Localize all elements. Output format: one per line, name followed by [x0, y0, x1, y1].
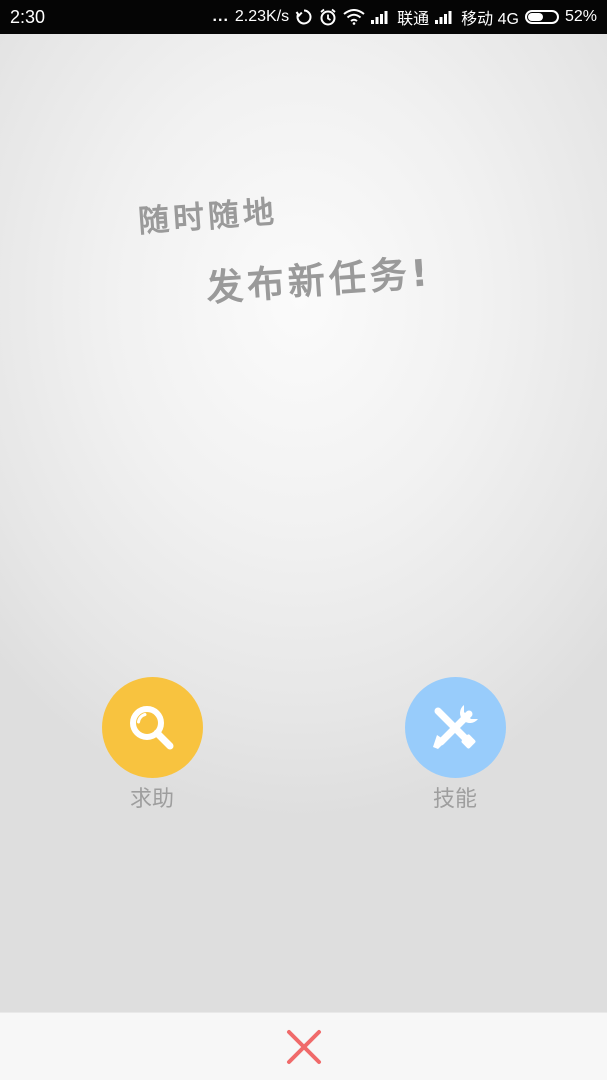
publish-screen: 2:30 ... 2.23K/s 联通 移动 4G 52% 随时随地 发布新任务… — [0, 0, 607, 1080]
slogan-line-2: 发布新任务! — [204, 251, 434, 310]
wifi-icon — [343, 7, 365, 27]
battery-icon — [524, 10, 559, 24]
status-time: 2:30 — [10, 6, 46, 27]
more-dots: ... — [212, 8, 229, 25]
help-circle[interactable] — [101, 677, 203, 778]
search-icon — [130, 705, 174, 749]
close-icon[interactable] — [286, 1029, 322, 1065]
skill-circle[interactable] — [404, 677, 506, 778]
signal-icon — [371, 7, 391, 27]
network-speed: 2.23K/s — [234, 8, 290, 25]
carrier-mobile: 移动 4G — [461, 11, 519, 28]
carrier-unicom: 联通 — [397, 11, 430, 28]
help-button[interactable]: 求助 — [92, 677, 212, 813]
status-bar: 2:30 ... 2.23K/s 联通 移动 4G 52% — [0, 0, 607, 34]
skill-label[interactable]: 技能 — [395, 781, 515, 813]
sync-icon — [295, 7, 313, 27]
battery-percent: 52% — [564, 8, 597, 25]
battery-fill — [527, 13, 543, 21]
bottom-bar — [0, 1012, 607, 1080]
help-label[interactable]: 求助 — [92, 781, 212, 813]
close-button[interactable] — [284, 1027, 324, 1067]
skill-button[interactable]: 技能 — [395, 677, 515, 813]
signal-icon — [435, 7, 455, 27]
status-indicators: ... 2.23K/s 联通 移动 4G 52% — [213, 5, 597, 29]
alarm-icon — [319, 7, 337, 27]
tools-icon — [433, 704, 478, 749]
slogan-line-1: 随时随地 — [136, 194, 280, 240]
